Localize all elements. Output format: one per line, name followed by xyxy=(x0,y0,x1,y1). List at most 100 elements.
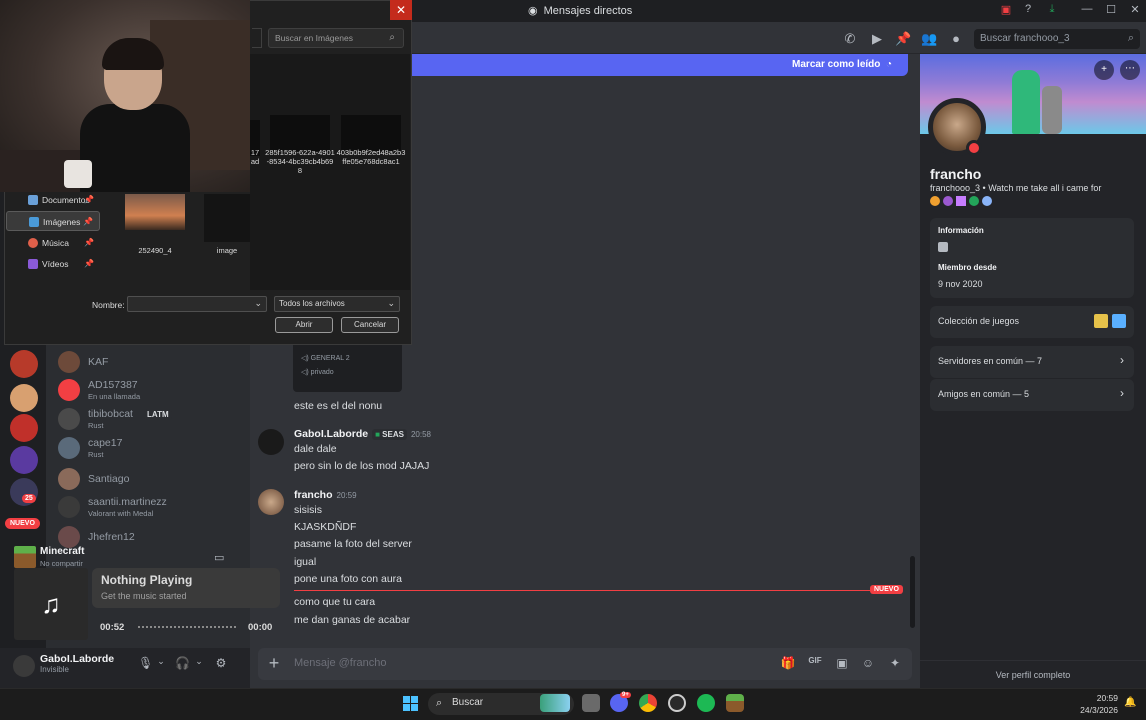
chevron-down-icon[interactable]: ⌄ xyxy=(254,298,262,309)
chevron-down-icon[interactable]: ⌄ xyxy=(192,656,206,670)
games-card[interactable]: Colección de juegos xyxy=(930,306,1134,338)
download-icon[interactable]: ⤓ xyxy=(1043,3,1061,19)
dm-item[interactable]: tibibobcat LATM Rust xyxy=(58,406,244,434)
dialog-close-button[interactable]: ✕ xyxy=(390,0,412,20)
view-full-profile-button[interactable]: Ver perfil completo xyxy=(920,660,1146,688)
new-messages-badge: NUEVO xyxy=(870,585,903,594)
notification-bell-icon[interactable]: 🔔 xyxy=(1124,697,1136,708)
sticker-icon[interactable]: ▣ xyxy=(834,656,850,672)
dm-item[interactable]: AD157387 En una llamada xyxy=(58,377,244,405)
message-author[interactable]: francho xyxy=(294,489,333,501)
widgets-icon[interactable] xyxy=(540,694,570,712)
search-icon: ⌕ xyxy=(1127,32,1134,44)
chat-scrollbar[interactable] xyxy=(910,556,915,628)
playback-progress[interactable] xyxy=(138,626,236,629)
pin-icon[interactable]: 📌 xyxy=(895,31,911,47)
close-window-button[interactable]: ✕ xyxy=(1126,3,1144,19)
minecraft-taskbar-icon[interactable] xyxy=(726,694,744,712)
hypesquad-icon[interactable] xyxy=(943,196,953,206)
server-embed[interactable]: ◁) GENERAL 2 ◁) privado xyxy=(293,340,402,392)
task-view-icon[interactable] xyxy=(582,694,600,712)
dialog-search-input[interactable]: Buscar en Imágenes ⌕ xyxy=(268,28,404,48)
user-profile-icon[interactable]: ● xyxy=(948,31,964,47)
refresh-button[interactable] xyxy=(252,28,262,48)
chevron-down-icon[interactable]: ⌄ xyxy=(154,656,168,670)
filename-input[interactable]: ⌄ xyxy=(127,296,267,312)
message-input[interactable]: Mensaje @francho xyxy=(294,657,387,669)
gif-icon[interactable]: GIF xyxy=(807,656,823,672)
mutual-servers-card[interactable]: Servidores en común — 7 › xyxy=(930,346,1134,378)
server-icon[interactable] xyxy=(10,414,38,442)
add-friend-icon[interactable]: + xyxy=(1094,60,1114,80)
headphones-icon[interactable]: 🎧 xyxy=(175,656,190,670)
dm-name: tibibobcat xyxy=(88,408,133,420)
emoji-icon[interactable]: ☺ xyxy=(860,656,876,672)
spotify-icon[interactable] xyxy=(697,694,715,712)
info-card: Información Miembro desde 9 nov 2020 xyxy=(930,218,1134,298)
file-type-select[interactable]: Todos los archivos ⌄ xyxy=(274,296,400,312)
open-button[interactable]: Abrir xyxy=(275,317,333,333)
search-input[interactable]: Buscar franchooo_3 ⌕ xyxy=(974,29,1140,49)
banner-figure xyxy=(1012,70,1040,134)
mutual-friends-card[interactable]: Amigos en común — 5 › xyxy=(930,379,1134,411)
dm-item[interactable]: saantii.martinezz Valorant with Medal xyxy=(58,494,244,522)
member-since-label: Miembro desde xyxy=(938,263,997,272)
dm-item[interactable]: cape17 Rust xyxy=(58,435,244,463)
minimize-button[interactable]: — xyxy=(1078,3,1096,19)
server-icon[interactable] xyxy=(10,446,38,474)
avatar[interactable] xyxy=(258,489,284,515)
file-thumbnail[interactable] xyxy=(341,115,401,151)
boost-icon[interactable] xyxy=(982,196,992,206)
webcam-person xyxy=(80,104,190,192)
dm-item[interactable]: Jhefren12 xyxy=(58,524,244,552)
dm-item[interactable]: Santiago xyxy=(58,466,244,494)
embed-channel-1: GENERAL 2 xyxy=(310,355,350,362)
apps-icon[interactable]: ✦ xyxy=(887,656,903,672)
message-time: 20:59 xyxy=(336,490,357,500)
clock[interactable]: 20:59 24/3/2026 xyxy=(1078,692,1118,716)
phone-call-icon[interactable]: ✆ xyxy=(842,31,858,47)
nav-music[interactable]: Música 📌 xyxy=(6,233,100,253)
message-header: francho 20:59 xyxy=(294,489,357,501)
microphone-icon[interactable]: 🎙 xyxy=(138,656,153,670)
nav-videos[interactable]: Vídeos 📌 xyxy=(6,254,100,274)
new-badge: NUEVO xyxy=(5,518,40,529)
video-call-icon[interactable]: ▶ xyxy=(869,31,885,47)
nav-documents[interactable]: Documentos 📌 xyxy=(6,190,100,210)
user-avatar[interactable] xyxy=(13,655,35,677)
stream-icon[interactable]: ▭ xyxy=(214,551,224,564)
nav-images[interactable]: Imágenes 📌 xyxy=(6,211,100,231)
server-icon[interactable] xyxy=(10,384,38,412)
add-attachment-icon[interactable]: + xyxy=(264,653,284,673)
cancel-button[interactable]: Cancelar xyxy=(341,317,399,333)
message-composer[interactable]: + Mensaje @francho 🎁 GIF ▣ ☺ ✦ xyxy=(258,648,912,680)
dm-avatar xyxy=(58,468,80,490)
info-label: Información xyxy=(938,226,984,235)
nitro-triangle-icon[interactable] xyxy=(956,196,966,206)
help-icon[interactable]: ? xyxy=(1019,3,1037,19)
windows-start-icon[interactable] xyxy=(403,696,418,711)
message-author[interactable]: GaboI.Laborde xyxy=(294,428,368,440)
quest-icon[interactable] xyxy=(969,196,979,206)
settings-gear-icon[interactable]: ⚙ xyxy=(214,656,228,670)
file-thumbnail[interactable] xyxy=(270,115,330,151)
file-thumbnail[interactable] xyxy=(125,194,185,230)
file-name: 403b0b9f2ed48a2b3ffe05e768dc8ac1 xyxy=(336,148,406,166)
more-options-icon[interactable]: ⋯ xyxy=(1120,60,1140,80)
server-icon[interactable] xyxy=(10,350,38,378)
add-friends-icon[interactable]: 👥 xyxy=(921,31,937,47)
dm-activity: Valorant with Medal xyxy=(88,509,154,518)
steam-icon[interactable] xyxy=(668,694,686,712)
gift-icon[interactable]: 🎁 xyxy=(780,656,796,672)
maximize-button[interactable]: ☐ xyxy=(1102,3,1120,19)
dm-avatar xyxy=(58,496,80,518)
avatar[interactable] xyxy=(258,429,284,455)
dm-item[interactable]: KAF xyxy=(58,349,244,377)
badge-icon[interactable] xyxy=(930,196,940,206)
dm-avatar xyxy=(58,379,80,401)
chevron-down-icon: ⌄ xyxy=(387,298,395,308)
voice-channel-icon: ◁) xyxy=(301,355,309,362)
file-thumbnail[interactable] xyxy=(204,194,250,242)
chrome-icon[interactable] xyxy=(639,694,657,712)
inbox-red-icon[interactable]: ▣ xyxy=(997,3,1015,19)
